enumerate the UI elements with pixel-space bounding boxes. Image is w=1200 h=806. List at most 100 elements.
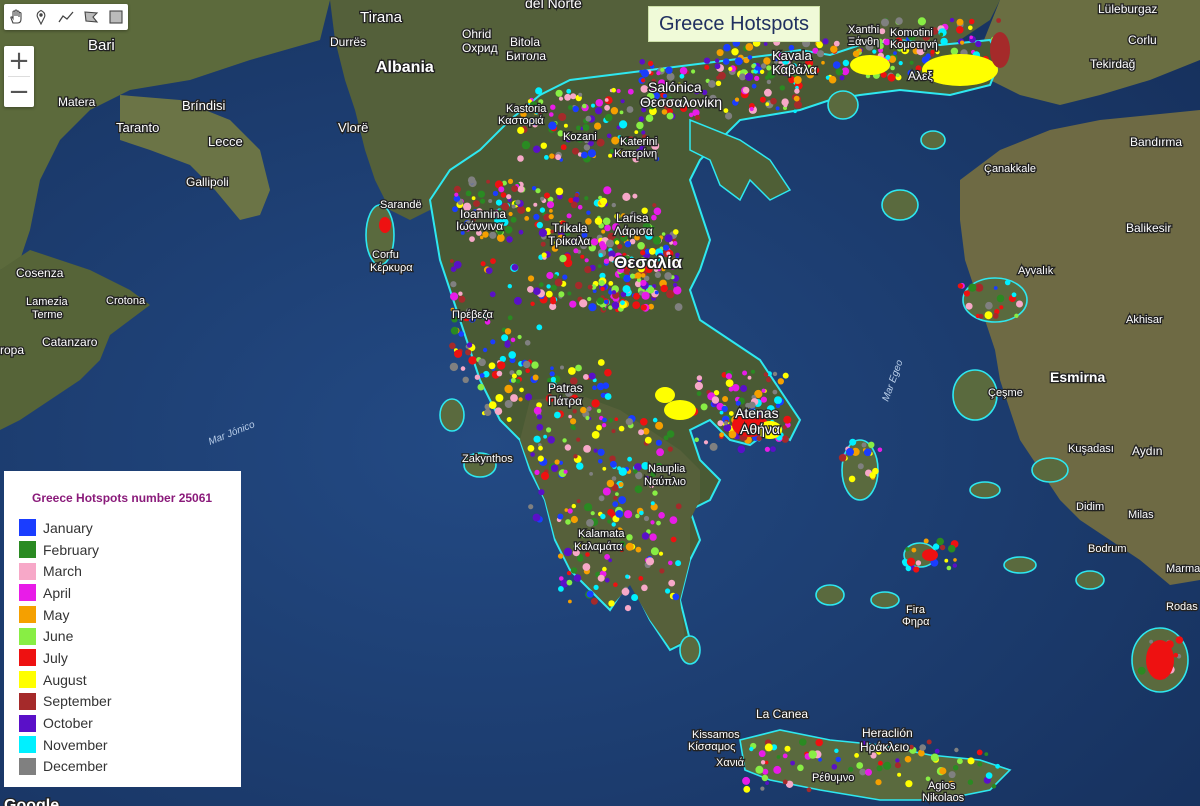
hotspot-point xyxy=(960,40,965,45)
hotspot-point xyxy=(608,418,613,423)
hotspot-point xyxy=(830,45,838,53)
hotspot-point xyxy=(571,503,576,509)
hotspot-point xyxy=(688,112,694,118)
legend-item: December xyxy=(19,756,241,778)
label-chania-gr: Χανιά xyxy=(716,757,745,769)
google-logo: Google xyxy=(4,797,59,806)
hotspot-point xyxy=(761,774,769,782)
hotspot-point xyxy=(584,196,589,201)
hotspot-point xyxy=(554,411,561,419)
hotspot-point xyxy=(513,296,522,305)
hotspot-point xyxy=(480,261,486,267)
hotspot-point xyxy=(613,495,618,500)
hotspot-point xyxy=(611,87,616,93)
hotspot-point xyxy=(1149,639,1153,644)
hotspot-point xyxy=(668,579,676,587)
label-kavala: Kavala xyxy=(772,48,813,63)
hotspot-point xyxy=(488,199,493,203)
legend-item: August xyxy=(19,669,241,691)
hotspot-point xyxy=(517,155,524,162)
label-rethymno-gr: Ρέθυμνο xyxy=(812,772,854,784)
hotspot-point xyxy=(507,284,512,289)
hotspot-point xyxy=(633,469,638,474)
hotspot-point xyxy=(546,271,554,280)
hotspot-point xyxy=(504,328,512,335)
hotspot-point xyxy=(530,452,535,457)
hand-tool-button[interactable] xyxy=(6,7,26,27)
hotspot-point xyxy=(660,284,668,293)
hotspot-point xyxy=(562,438,567,443)
hotspot-point xyxy=(834,748,839,753)
hotspot-point xyxy=(589,472,593,476)
legend-item: January xyxy=(19,517,241,539)
hotspot-point xyxy=(930,753,939,762)
hotspot-point xyxy=(543,434,547,439)
hotspot-point xyxy=(645,557,655,566)
hotspot-point xyxy=(525,368,530,374)
hotspot-point xyxy=(510,394,518,402)
hotspot-point xyxy=(460,366,466,371)
label-tesalia: Θεσαλία xyxy=(614,253,683,272)
hotspot-point xyxy=(999,305,1004,310)
hotspot-point xyxy=(665,66,673,74)
label-bandirma: Bandırma xyxy=(1130,135,1182,149)
hotspot-point xyxy=(963,290,971,297)
zoom-out-button[interactable]: − xyxy=(4,77,34,107)
hotspot-point xyxy=(492,190,499,197)
hotspot-point xyxy=(508,211,513,217)
label-balikesir: Balikesir xyxy=(1126,221,1171,235)
hotspot-point xyxy=(1175,636,1184,644)
hotspot-point xyxy=(939,544,946,551)
hotspot-point xyxy=(611,136,620,145)
hotspot-point xyxy=(540,142,547,149)
label-crotona: Crotona xyxy=(106,295,146,307)
hotspot-point xyxy=(609,455,616,462)
hotspot-point xyxy=(725,373,733,380)
hotspot-point xyxy=(728,66,733,71)
hotspot-point xyxy=(467,176,476,184)
hotspot-burn-area xyxy=(655,387,675,403)
legend-swatch xyxy=(19,519,36,537)
hotspot-point xyxy=(749,106,754,112)
hotspot-point xyxy=(947,544,956,553)
zoom-in-button[interactable]: + xyxy=(4,46,34,76)
hotspot-point xyxy=(1004,279,1011,286)
label-ohrid: Ohrid xyxy=(462,27,491,41)
label-catanzaro: Catanzaro xyxy=(42,335,98,349)
label-komotini: Komotini xyxy=(890,27,933,39)
hotspot-point xyxy=(759,96,766,103)
polygon-tool-button[interactable] xyxy=(81,7,101,27)
hotspot-point xyxy=(548,121,557,130)
hotspot-point xyxy=(652,236,662,245)
hotspot-point xyxy=(530,301,535,306)
hotspot-burn-area xyxy=(1146,640,1174,680)
hotspot-point xyxy=(745,43,754,51)
rectangle-tool-button[interactable] xyxy=(106,7,126,27)
hotspot-point xyxy=(647,286,655,294)
legend-item: November xyxy=(19,734,241,756)
hotspot-point xyxy=(763,372,769,377)
hotspot-point xyxy=(524,393,533,401)
hotspot-point xyxy=(494,407,503,416)
hotspot-point xyxy=(694,381,704,391)
hotspot-point xyxy=(742,776,751,785)
hotspot-point xyxy=(553,274,558,279)
marker-tool-button[interactable] xyxy=(31,7,51,27)
hotspot-point xyxy=(1137,666,1146,675)
hotspot-point xyxy=(590,511,595,516)
label-alexandroupoli-gr: Αλεξ xyxy=(908,69,933,83)
line-tool-button[interactable] xyxy=(56,7,76,27)
hotspot-point xyxy=(511,204,516,209)
hotspot-point xyxy=(535,87,543,95)
hotspot-point xyxy=(898,61,903,66)
hotspot-point xyxy=(991,783,997,789)
hotspot-point xyxy=(478,358,486,367)
hotspot-point xyxy=(511,185,518,193)
hotspot-point xyxy=(592,385,597,391)
hotspot-point xyxy=(759,69,765,75)
hotspot-point xyxy=(607,508,615,516)
hotspot-point xyxy=(777,378,784,385)
hotspot-point xyxy=(482,347,488,353)
hotspot-point xyxy=(586,210,591,215)
hotspot-point xyxy=(622,285,631,294)
